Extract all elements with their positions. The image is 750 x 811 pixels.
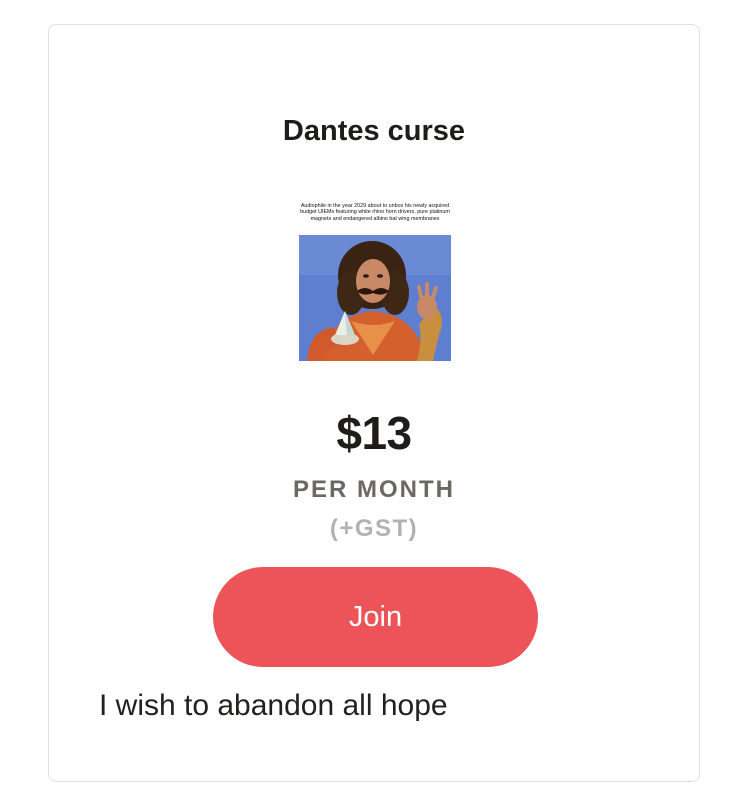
tier-price: $13 bbox=[336, 407, 412, 459]
meme-photo bbox=[299, 235, 451, 361]
tier-description: I wish to abandon all hope bbox=[99, 689, 448, 722]
join-button[interactable]: Join bbox=[213, 567, 538, 667]
tax-note: (+GST) bbox=[329, 515, 419, 542]
meme-caption: Audiophile in the year 2029 about to unb… bbox=[300, 203, 450, 222]
membership-tier-card: Dantes curse Audiophile in the year 2029… bbox=[48, 24, 700, 782]
tier-image: Audiophile in the year 2029 about to unb… bbox=[299, 201, 451, 361]
billing-period: PER MONTH bbox=[293, 476, 455, 503]
tier-title: Dantes curse bbox=[282, 115, 466, 147]
